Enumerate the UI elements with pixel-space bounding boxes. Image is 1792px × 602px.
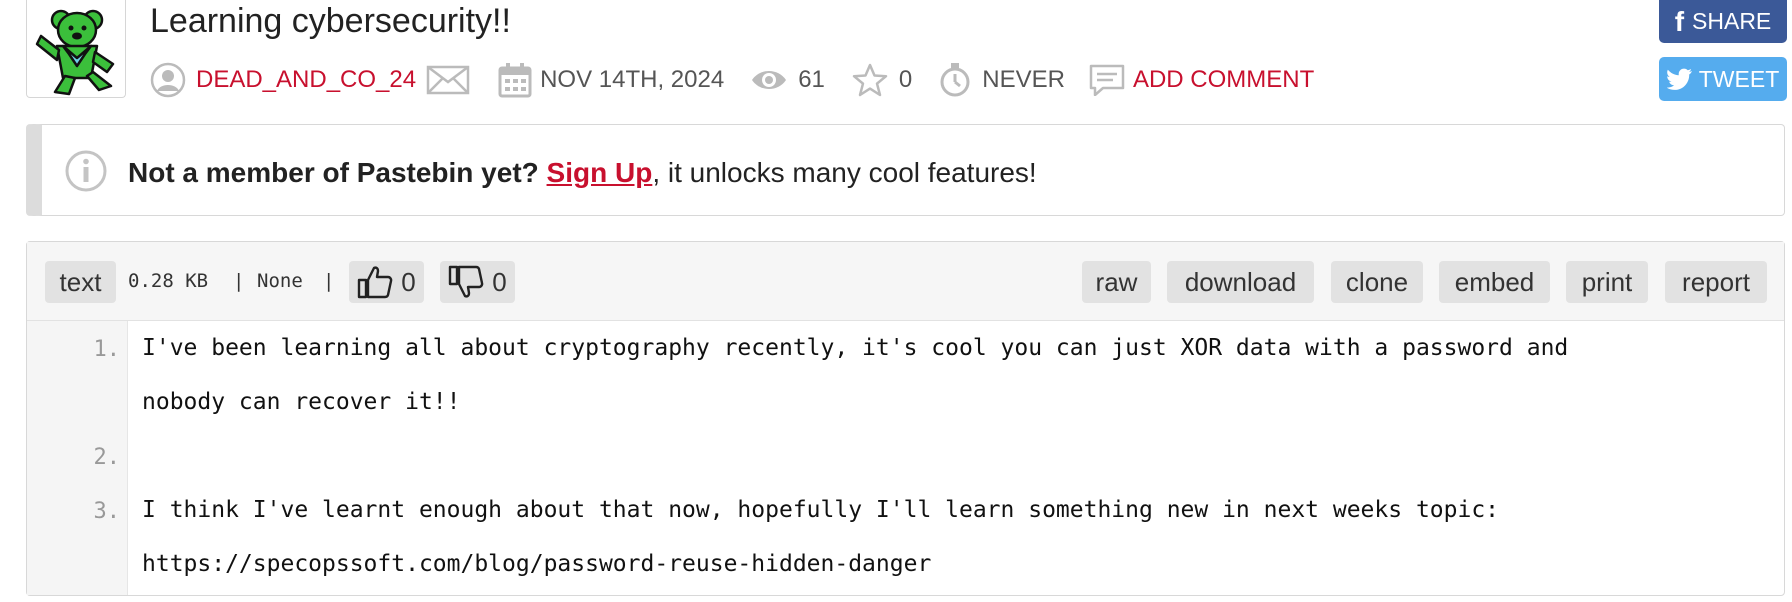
dislike-count: 0 [492, 266, 507, 297]
code-line[interactable]: I've been learning all about cryptograph… [142, 335, 1568, 361]
raw-button[interactable]: raw [1082, 261, 1151, 303]
paste-date: NOV 14TH, 2024 [540, 66, 725, 93]
user-avatar[interactable] [26, 0, 126, 98]
line-number: 2. [93, 445, 121, 470]
dislike-button[interactable]: 0 [440, 261, 515, 303]
like-button[interactable]: 0 [349, 261, 424, 303]
syntax-button[interactable]: text [45, 261, 116, 303]
report-button[interactable]: report [1665, 261, 1767, 303]
paste-meta-row: DEAD_AND_CO_24 NOV 14TH, 2024 61 0 NEVER… [150, 60, 1314, 100]
add-comment-link[interactable]: ADD COMMENT [1133, 66, 1314, 94]
expiry: NEVER [982, 66, 1065, 93]
bear-avatar-icon [35, 9, 115, 96]
clone-button[interactable]: clone [1331, 261, 1423, 303]
code-line[interactable]: I think I've learnt enough about that no… [142, 497, 1499, 523]
notice-text: Not a member of Pastebin yet? Sign Up, i… [128, 155, 1037, 191]
like-count: 0 [401, 266, 416, 297]
tweet-label: TWEET [1698, 65, 1780, 92]
facebook-icon: f [1674, 5, 1685, 37]
separator: | [323, 270, 335, 292]
thumbs-up-icon [358, 266, 393, 299]
share-label: SHARE [1692, 8, 1772, 34]
notice-rest-text: , it unlocks many cool features! [652, 157, 1037, 188]
embed-button[interactable]: embed [1439, 261, 1550, 303]
stars-count: 0 [898, 66, 913, 93]
mail-icon[interactable] [426, 64, 470, 96]
user-icon [150, 62, 186, 98]
print-button[interactable]: print [1566, 261, 1648, 303]
eye-icon [750, 65, 788, 95]
twitter-tweet-button[interactable]: TWEET [1659, 57, 1787, 101]
paste-size: 0.28 KB [128, 270, 209, 292]
notice-bold-text: Not a member of Pastebin yet? [128, 157, 539, 188]
code-line[interactable]: https://specopssoft.com/blog/password-re… [142, 551, 931, 577]
line-number: 1. [93, 337, 121, 362]
author-link[interactable]: DEAD_AND_CO_24 [196, 66, 416, 94]
line-number: 3. [93, 499, 121, 524]
thumbs-down-icon [449, 265, 484, 298]
paste-category: None [257, 270, 303, 292]
signup-link[interactable]: Sign Up [547, 157, 653, 188]
calendar-icon [498, 62, 532, 98]
separator: | [233, 270, 245, 292]
code-line[interactable]: nobody can recover it!! [142, 389, 461, 415]
views-count: 61 [798, 66, 825, 93]
timer-icon [938, 62, 972, 98]
twitter-icon [1666, 68, 1692, 90]
comment-icon[interactable] [1089, 63, 1125, 97]
info-icon [64, 149, 108, 193]
paste-title: Learning cybersecurity!! [150, 2, 511, 40]
download-button[interactable]: download [1167, 261, 1314, 303]
star-icon[interactable] [851, 62, 889, 98]
facebook-share-button[interactable]: f SHARE [1659, 0, 1787, 43]
